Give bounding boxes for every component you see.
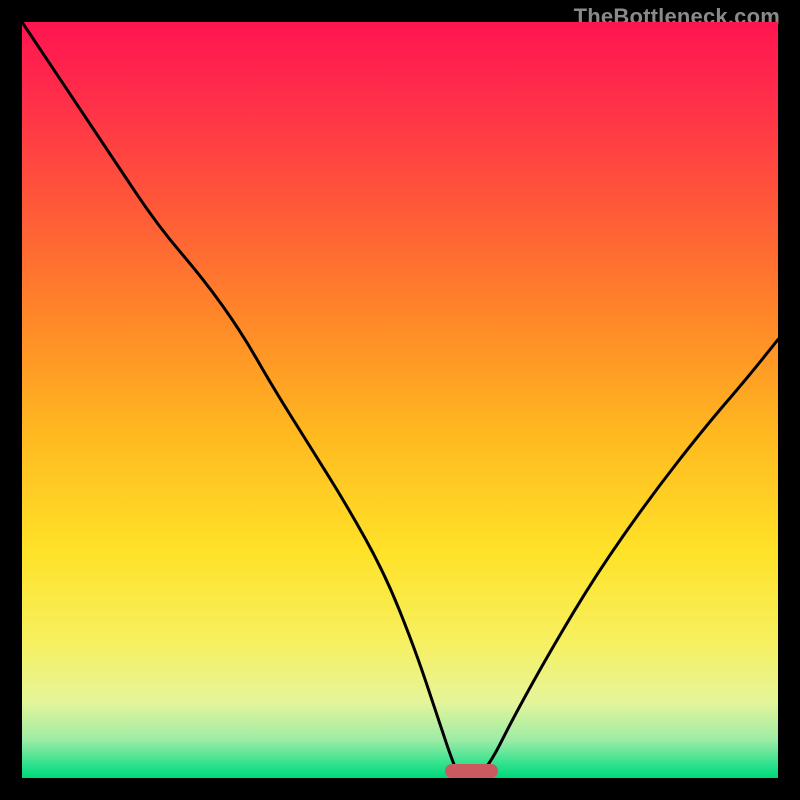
optimal-marker-pill [445, 764, 498, 778]
plot-area [22, 22, 778, 778]
bottleneck-curve [22, 22, 778, 778]
chart-frame: TheBottleneck.com [0, 0, 800, 800]
